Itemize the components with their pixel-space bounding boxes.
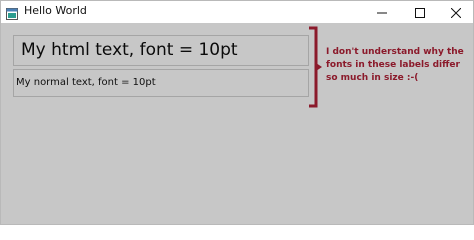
window-title: Hello World (24, 4, 87, 17)
minimize-icon (377, 3, 387, 22)
normal-text-label: My normal text, font = 10pt (13, 69, 309, 97)
maximize-button[interactable] (401, 1, 439, 23)
minimize-button[interactable] (363, 1, 401, 23)
app-window-icon (6, 5, 18, 20)
html-text-label: My html text, font = 10pt (13, 35, 309, 66)
title-bar[interactable]: Hello World (1, 1, 473, 23)
app-window: Hello World My html text, font = 10pt My… (0, 0, 474, 225)
close-icon (450, 3, 462, 22)
annotation-note: I don't understand why the fonts in thes… (326, 47, 464, 83)
bracket-arrow-icon (306, 26, 324, 108)
maximize-icon (415, 3, 425, 22)
close-button[interactable] (437, 1, 474, 23)
